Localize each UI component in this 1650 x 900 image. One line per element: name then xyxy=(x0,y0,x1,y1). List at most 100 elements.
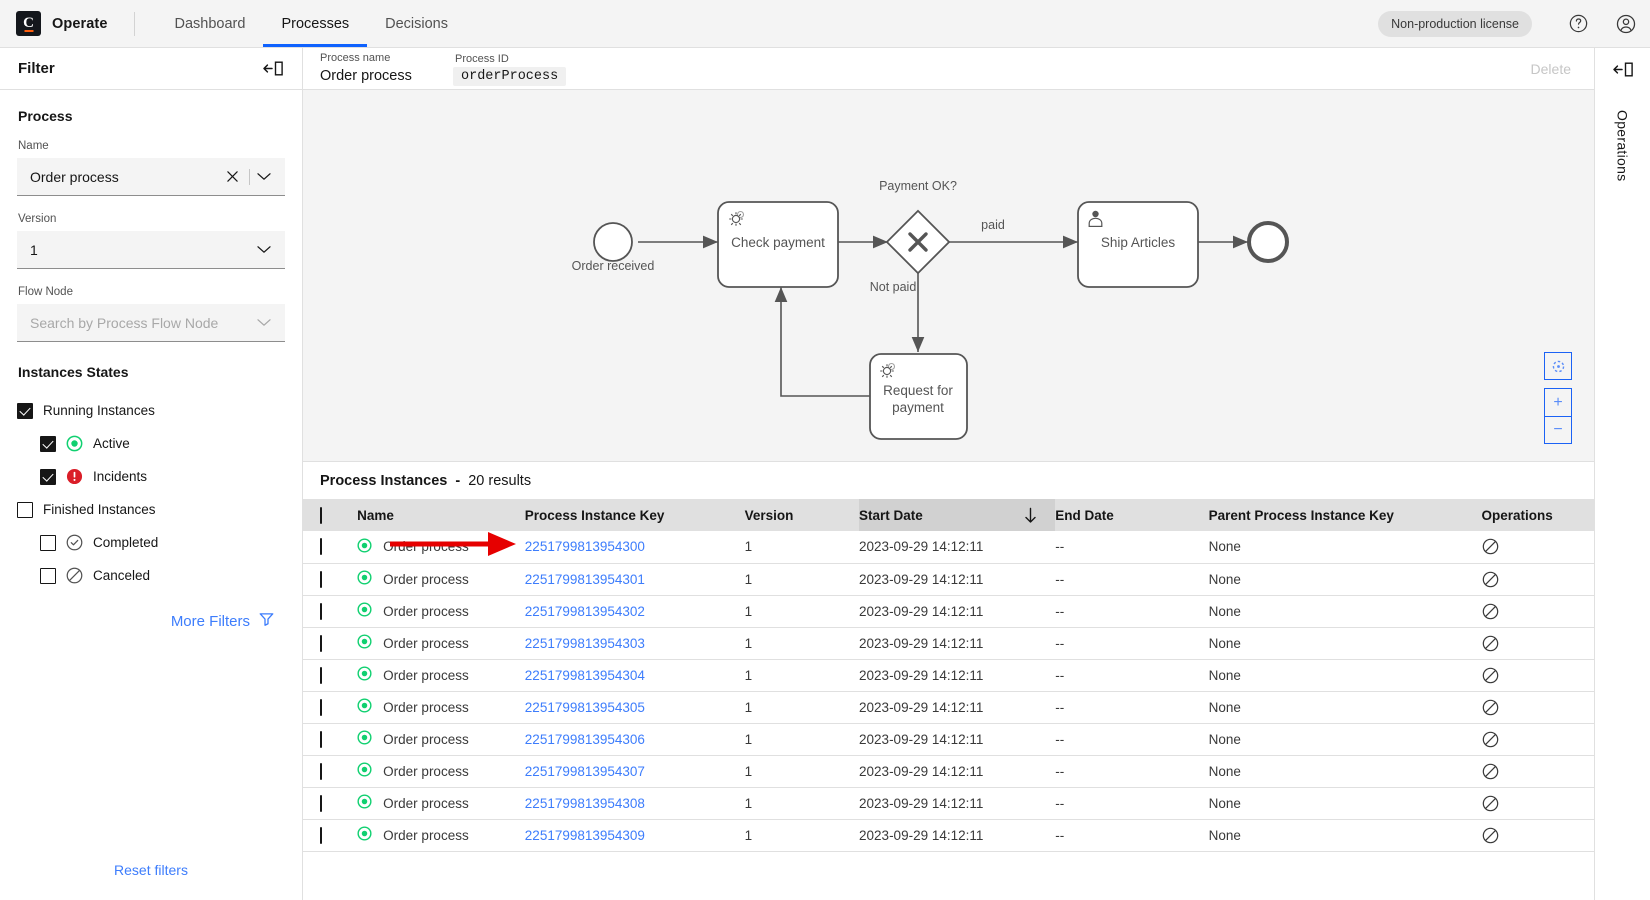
bpmn-task-check-payment[interactable]: Check payment xyxy=(717,201,839,288)
cancel-operation-icon[interactable] xyxy=(1482,603,1587,620)
process-id-value: orderProcess xyxy=(453,66,567,86)
bpmn-task-ship-articles[interactable]: Ship Articles xyxy=(1077,201,1199,288)
checkbox-running-instances[interactable]: Running Instances xyxy=(17,394,285,427)
nav-item-decisions[interactable]: Decisions xyxy=(367,0,466,47)
bpmn-exclusive-gateway[interactable]: Payment OK? xyxy=(879,179,957,275)
column-name[interactable]: Name xyxy=(357,499,525,531)
chevron-down-icon[interactable] xyxy=(253,318,275,327)
checkbox-completed[interactable]: Completed xyxy=(17,526,285,559)
checkbox-canceled[interactable]: Canceled xyxy=(17,559,285,592)
table-row[interactable]: Order process 2251799813954302 1 2023-09-29… xyxy=(303,595,1594,628)
process-name-select[interactable]: Order process xyxy=(17,158,285,196)
process-instance-key-link[interactable]: 2251799813954307 xyxy=(525,764,645,779)
checkbox-active[interactable]: Active xyxy=(17,427,285,460)
row-checkbox[interactable] xyxy=(320,634,322,652)
checkbox-box[interactable] xyxy=(40,567,56,584)
process-version-select[interactable]: 1 xyxy=(17,231,285,269)
process-instance-key-link[interactable]: 2251799813954304 xyxy=(525,668,645,683)
more-filters-button[interactable]: More Filters xyxy=(17,612,285,630)
chevron-down-icon[interactable] xyxy=(253,172,275,181)
process-instance-key-link[interactable]: 2251799813954305 xyxy=(525,700,645,715)
operations-collapse-icon[interactable] xyxy=(1595,48,1650,90)
row-checkbox[interactable] xyxy=(320,602,322,620)
row-checkbox-cell xyxy=(303,563,358,596)
process-instance-key-link[interactable]: 2251799813954301 xyxy=(525,572,645,587)
table-row[interactable]: Order process 2251799813954301 1 2023-09-29… xyxy=(303,563,1594,596)
nav-item-processes[interactable]: Processes xyxy=(263,0,367,47)
app-body: Filter Process Name Order process Versio… xyxy=(0,48,1650,900)
select-all-checkbox[interactable] xyxy=(320,506,322,524)
cancel-operation-icon[interactable] xyxy=(1482,763,1587,780)
checkbox-box[interactable] xyxy=(40,468,56,485)
row-checkbox[interactable] xyxy=(320,794,322,812)
cancel-operation-icon[interactable] xyxy=(1482,571,1587,588)
column-end-date[interactable]: End Date xyxy=(1055,499,1209,531)
table-row[interactable]: Order process 2251799813954308 1 2023-09-29… xyxy=(303,787,1594,820)
active-state-icon xyxy=(357,634,372,652)
cancel-operation-icon[interactable] xyxy=(1482,795,1587,812)
zoom-in-button[interactable]: + xyxy=(1544,388,1572,416)
bpmn-end-event[interactable] xyxy=(1247,221,1289,263)
flow-node-select[interactable]: Search by Process Flow Node xyxy=(17,304,285,342)
table-row[interactable]: Order process 2251799813954309 1 2023-09-29… xyxy=(303,819,1594,852)
row-checkbox[interactable] xyxy=(320,698,322,716)
table-row[interactable]: Order process 2251799813954306 1 2023-09-29… xyxy=(303,723,1594,756)
row-checkbox[interactable] xyxy=(320,826,322,844)
cell-parent-process-instance-key: None xyxy=(1208,531,1482,564)
cell-end-date: -- xyxy=(1055,627,1209,660)
process-instance-key-link[interactable]: 2251799813954302 xyxy=(525,604,645,619)
column-start-date[interactable]: Start Date xyxy=(859,499,1056,531)
logo-accent-bar xyxy=(24,29,33,32)
row-checkbox[interactable] xyxy=(320,570,322,588)
row-checkbox[interactable] xyxy=(320,538,322,556)
column-version[interactable]: Version xyxy=(744,499,860,531)
process-instance-key-link[interactable]: 2251799813954306 xyxy=(525,732,645,747)
process-instance-key-link[interactable]: 2251799813954308 xyxy=(525,796,645,811)
cell-version: 1 xyxy=(744,755,860,788)
checkbox-box[interactable] xyxy=(40,435,56,452)
table-row[interactable]: Order process 2251799813954304 1 2023-09-29… xyxy=(303,659,1594,692)
reset-zoom-icon[interactable] xyxy=(1544,352,1572,380)
table-row[interactable]: Order process 2251799813954307 1 2023-09-29… xyxy=(303,755,1594,788)
bpmn-diagram[interactable]: Order received Check payment Payment OK?… xyxy=(303,90,1594,462)
process-instance-key-link[interactable]: 2251799813954309 xyxy=(525,828,645,843)
column-process-instance-key[interactable]: Process Instance Key xyxy=(524,499,745,531)
bpmn-task-request-for-payment[interactable]: Request for payment xyxy=(869,353,968,440)
cancel-operation-icon[interactable] xyxy=(1482,635,1587,652)
row-checkbox[interactable] xyxy=(320,762,322,780)
process-instance-key-link[interactable]: 2251799813954300 xyxy=(525,539,645,554)
user-avatar-icon[interactable] xyxy=(1602,0,1650,48)
cell-version: 1 xyxy=(744,659,860,692)
table-row[interactable]: Order process 2251799813954303 1 2023-09-29… xyxy=(303,627,1594,660)
sort-descending-icon[interactable] xyxy=(1024,507,1047,524)
checkbox-box[interactable] xyxy=(17,501,33,518)
chevron-down-icon[interactable] xyxy=(253,245,275,254)
bpmn-start-event[interactable]: Order received xyxy=(572,222,655,273)
checkbox-box[interactable] xyxy=(17,402,33,419)
table-row[interactable]: Order process 2251799813954300 1 2023-09-29… xyxy=(303,531,1594,564)
brand[interactable]: C Operate xyxy=(16,11,108,36)
cancel-operation-icon[interactable] xyxy=(1482,699,1587,716)
clear-icon[interactable] xyxy=(219,170,246,183)
reset-filters-button[interactable]: Reset filters xyxy=(0,862,302,878)
cancel-operation-icon[interactable] xyxy=(1482,667,1587,684)
cell-version: 1 xyxy=(744,627,860,660)
help-circle-icon[interactable] xyxy=(1554,0,1602,48)
checkbox-incidents[interactable]: Incidents xyxy=(17,460,285,493)
checkbox-box[interactable] xyxy=(40,534,56,551)
checkbox-finished-instances[interactable]: Finished Instances xyxy=(17,493,285,526)
cell-start-date: 2023-09-29 14:12:11 xyxy=(859,595,1056,628)
zoom-out-button[interactable]: − xyxy=(1544,416,1572,444)
cancel-operation-icon[interactable] xyxy=(1482,827,1587,844)
process-instance-key-link[interactable]: 2251799813954303 xyxy=(525,636,645,651)
nav-item-dashboard[interactable]: Dashboard xyxy=(157,0,264,47)
process-name-text: Order process xyxy=(383,731,469,747)
cancel-operation-icon[interactable] xyxy=(1482,538,1587,555)
row-checkbox[interactable] xyxy=(320,730,322,748)
column-parent-process-instance-key[interactable]: Parent Process Instance Key xyxy=(1208,499,1482,531)
table-row[interactable]: Order process 2251799813954305 1 2023-09-29… xyxy=(303,691,1594,724)
delete-button[interactable]: Delete xyxy=(1531,61,1577,77)
panel-collapse-icon[interactable] xyxy=(262,60,284,77)
cancel-operation-icon[interactable] xyxy=(1482,731,1587,748)
row-checkbox[interactable] xyxy=(320,666,322,684)
